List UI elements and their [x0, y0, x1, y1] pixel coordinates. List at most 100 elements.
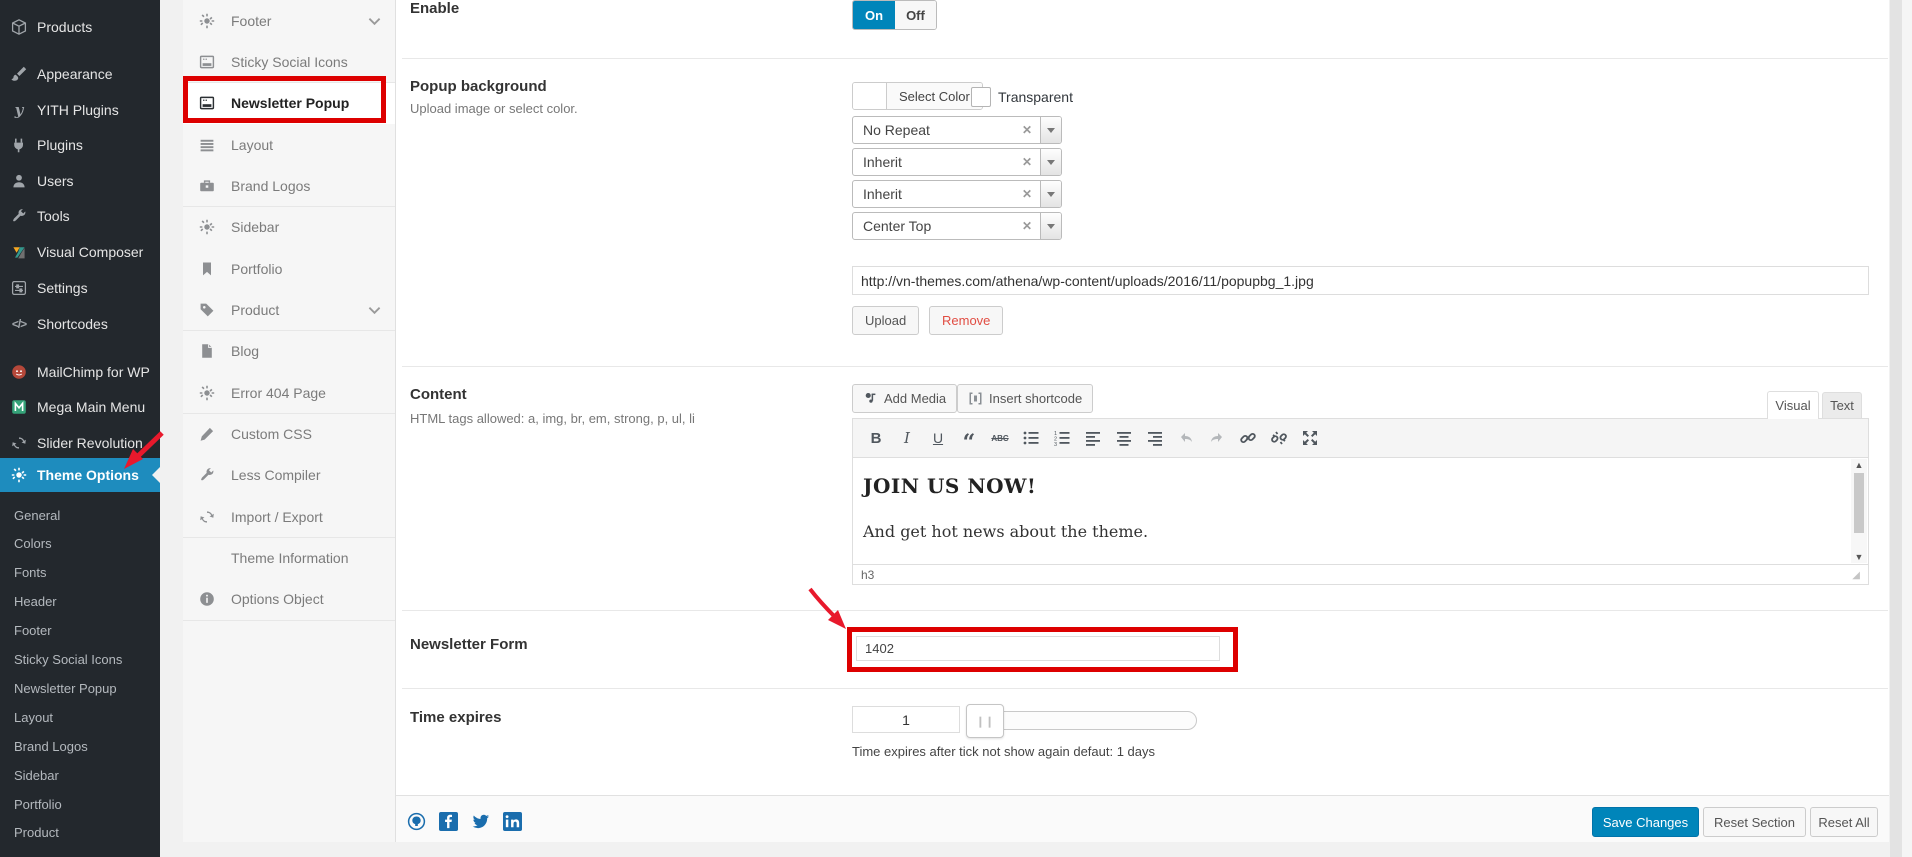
sidebar-subitem-sticky-social-icons[interactable]: Sticky Social Icons [0, 648, 160, 672]
fullscreen-icon[interactable] [1297, 426, 1323, 450]
time-expires-slider-track[interactable] [984, 711, 1197, 730]
sidebar-item-tools[interactable]: Tools [0, 201, 160, 231]
options-menu-item-theme-information[interactable]: Theme Information [183, 538, 395, 580]
sidebar-subitem-general[interactable]: General [0, 503, 160, 527]
sidebar-subitem-colors[interactable]: Colors [0, 532, 160, 556]
page-scrollbar-track[interactable] [1902, 0, 1912, 857]
sidebar-item-appearance[interactable]: Appearance [0, 59, 160, 89]
options-menu-item-less-compiler[interactable]: Less Compiler [183, 455, 395, 497]
transparent-checkbox[interactable] [971, 87, 991, 107]
scrollbar-thumb[interactable] [1854, 473, 1864, 533]
linkedin-icon[interactable] [503, 812, 522, 831]
newsletter-form-input[interactable] [856, 636, 1220, 661]
sidebar-subitem-layout[interactable]: Layout [0, 705, 160, 729]
options-menu-item-brand-logos[interactable]: Brand Logos [183, 165, 395, 207]
sidebar-subitem-footer[interactable]: Footer [0, 619, 160, 643]
background-repeat-select[interactable]: No Repeat ✕ [852, 116, 1062, 144]
sidebar-item-mega-main-menu[interactable]: Mega Main Menu [0, 392, 160, 422]
chevron-down-icon[interactable] [1040, 149, 1061, 175]
select-value: Inherit [853, 154, 1022, 170]
enable-on-button[interactable]: On [853, 1, 895, 29]
tab-visual[interactable]: Visual [1767, 391, 1819, 419]
unlink-icon[interactable] [1266, 426, 1292, 450]
github-icon[interactable] [407, 812, 426, 831]
select-color-button[interactable]: Select Color [887, 83, 982, 109]
options-menu-item-options-object[interactable]: Options Object [183, 579, 395, 621]
bullet-list-icon[interactable] [1018, 426, 1044, 450]
scroll-down-icon[interactable]: ▼ [1855, 551, 1864, 563]
remove-button[interactable]: Remove [929, 306, 1003, 335]
options-menu-item-sidebar[interactable]: Sidebar [183, 207, 395, 249]
sidebar-item-theme-options[interactable]: Theme Options [0, 458, 160, 492]
options-menu-item-sticky-social-icons[interactable]: Sticky Social Icons [183, 41, 395, 83]
chevron-down-icon[interactable] [1040, 181, 1061, 207]
enable-off-button[interactable]: Off [895, 1, 936, 29]
chevron-down-icon[interactable] [1040, 213, 1061, 239]
sidebar-item-yith-plugins[interactable]: yYITH Plugins [0, 95, 160, 125]
options-menu-item-newsletter-popup[interactable]: Newsletter Popup [183, 83, 395, 125]
clear-icon[interactable]: ✕ [1022, 187, 1040, 201]
sidebar-item-plugins[interactable]: Plugins [0, 130, 160, 160]
underline-icon[interactable]: U [925, 426, 951, 450]
save-changes-button[interactable]: Save Changes [1592, 807, 1699, 837]
italic-icon[interactable]: I [894, 426, 920, 450]
redo-icon[interactable] [1204, 426, 1230, 450]
editor-scrollbar[interactable]: ▲ ▼ [1851, 459, 1867, 563]
options-menu-item-portfolio[interactable]: Portfolio [183, 248, 395, 290]
time-expires-slider-handle[interactable]: ❙❙ [966, 704, 1004, 738]
strikethrough-icon[interactable]: ABC [987, 426, 1013, 450]
sidebar-item-mailchimp-for-wp[interactable]: MailChimp for WP [0, 357, 160, 387]
options-menu-item-blog[interactable]: Blog [183, 331, 395, 373]
editor-body[interactable]: JOIN US NOW! And get hot news about the … [853, 458, 1868, 564]
sidebar-item-slider-revolution[interactable]: Slider Revolution [0, 428, 160, 458]
time-expires-input[interactable] [852, 706, 960, 733]
clear-icon[interactable]: ✕ [1022, 155, 1040, 169]
sidebar-subitem-sidebar[interactable]: Sidebar [0, 763, 160, 787]
page-scrollbar-thumb[interactable] [1890, 0, 1902, 857]
undo-icon[interactable] [1173, 426, 1199, 450]
chevron-down-icon[interactable] [1040, 117, 1061, 143]
bold-icon[interactable]: B [863, 426, 889, 450]
align-center-icon[interactable] [1111, 426, 1137, 450]
options-menu-item-error-404-page[interactable]: Error 404 Page [183, 372, 395, 414]
facebook-icon[interactable] [439, 812, 458, 831]
options-menu-item-product[interactable]: Product [183, 289, 395, 331]
sidebar-item-settings[interactable]: Settings [0, 273, 160, 303]
options-menu-item-custom-css[interactable]: Custom CSS [183, 414, 395, 456]
scroll-up-icon[interactable]: ▲ [1855, 459, 1864, 471]
add-media-button[interactable]: Add Media [852, 384, 957, 413]
background-position-select[interactable]: Center Top ✕ [852, 212, 1062, 240]
clear-icon[interactable]: ✕ [1022, 123, 1040, 137]
tab-text[interactable]: Text [1822, 392, 1862, 419]
background-attachment-select[interactable]: Inherit ✕ [852, 180, 1062, 208]
upload-button[interactable]: Upload [852, 306, 919, 335]
resize-grip-icon[interactable]: ◢ [1852, 570, 1860, 581]
sidebar-subitem-product[interactable]: Product [0, 821, 160, 845]
options-menu-item-footer[interactable]: Footer [183, 0, 395, 42]
options-menu-item-layout[interactable]: Layout [183, 124, 395, 166]
sidebar-item-shortcodes[interactable]: </>Shortcodes [0, 309, 160, 339]
blockquote-icon[interactable]: “ [956, 426, 982, 450]
sidebar-subitem-newsletter-popup[interactable]: Newsletter Popup [0, 676, 160, 700]
twitter-icon[interactable] [471, 812, 490, 831]
clear-icon[interactable]: ✕ [1022, 219, 1040, 233]
numbered-list-icon[interactable]: 123 [1049, 426, 1075, 450]
reset-section-button[interactable]: Reset Section [1703, 807, 1806, 837]
sidebar-subitem-brand-logos[interactable]: Brand Logos [0, 734, 160, 758]
reset-all-button[interactable]: Reset All [1810, 807, 1878, 837]
code-icon: </> [10, 315, 28, 333]
background-url-input[interactable] [852, 266, 1869, 295]
sidebar-item-visual-composer[interactable]: Visual Composer [0, 237, 160, 267]
sidebar-subitem-portfolio[interactable]: Portfolio [0, 792, 160, 816]
sidebar-subitem-fonts[interactable]: Fonts [0, 561, 160, 585]
align-left-icon[interactable] [1080, 426, 1106, 450]
options-menu-item-import-export[interactable]: Import / Export [183, 496, 395, 538]
insert-shortcode-button[interactable]: Insert shortcode [957, 384, 1093, 413]
sidebar-subitem-header[interactable]: Header [0, 590, 160, 614]
sidebar-item-products[interactable]: Products [0, 12, 160, 42]
link-icon[interactable] [1235, 426, 1261, 450]
align-right-icon[interactable] [1142, 426, 1168, 450]
color-swatch[interactable] [853, 83, 887, 109]
sidebar-item-users[interactable]: Users [0, 166, 160, 196]
background-size-select[interactable]: Inherit ✕ [852, 148, 1062, 176]
